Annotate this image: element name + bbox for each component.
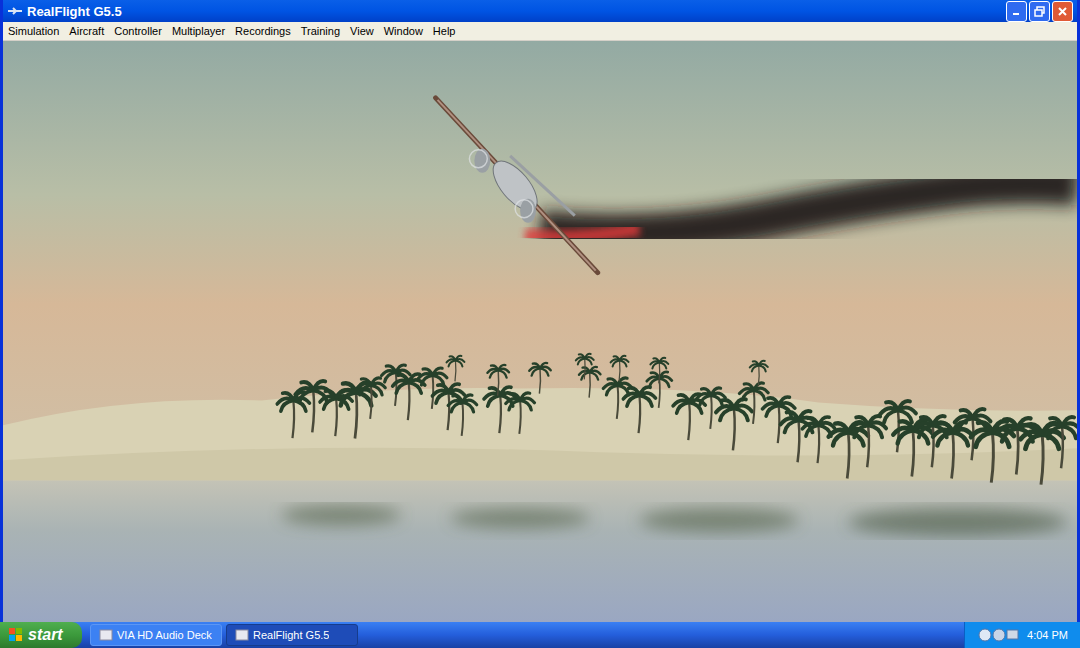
close-icon (1057, 6, 1068, 17)
restore-button[interactable] (1029, 1, 1050, 22)
menu-item[interactable]: Recordings (230, 22, 296, 40)
clock[interactable]: 4:04 PM (1027, 627, 1068, 644)
task-icon (99, 629, 113, 641)
palm-tree (448, 395, 477, 436)
airplane (436, 98, 598, 273)
palm-tree (750, 361, 768, 387)
palm-tree (579, 367, 600, 398)
menu-item[interactable]: Multiplayer (167, 22, 230, 40)
palm-tree (716, 399, 752, 450)
close-button[interactable] (1052, 1, 1073, 22)
palm-tree (336, 382, 375, 438)
palm-tree (393, 374, 425, 420)
menu-bar: SimulationAircraftControllerMultiplayerR… (3, 22, 1077, 41)
taskbar: start VIA HD Audio DeckRealFlight G5.5 4:0… (0, 622, 1080, 648)
minimize-button[interactable] (1006, 1, 1027, 22)
menu-item[interactable]: View (345, 22, 379, 40)
palm-tree (829, 422, 868, 478)
menu-item[interactable]: Simulation (3, 22, 64, 40)
palm-tree (447, 356, 465, 382)
windows-logo-icon (8, 627, 24, 643)
reflection (281, 505, 1067, 536)
smoke-trail (525, 184, 1077, 237)
app-window: RealFlight G5.5 SimulationAircraftControl… (0, 0, 1080, 622)
palm-tree (506, 393, 535, 434)
palm-tree (933, 422, 972, 478)
palm-tree (381, 365, 410, 406)
palm-tree (576, 354, 594, 380)
taskbar-button[interactable]: RealFlight G5.5 (226, 624, 358, 646)
menu-item[interactable]: Controller (109, 22, 167, 40)
palm-tree (603, 378, 632, 419)
task-icon (235, 629, 249, 641)
menu-item[interactable]: Window (379, 22, 428, 40)
menu-item[interactable]: Training (296, 22, 345, 40)
minimize-icon (1012, 6, 1022, 16)
palm-tree (623, 387, 655, 433)
palm-tree (611, 356, 629, 382)
palm-tree (418, 368, 447, 409)
menu-item[interactable]: Help (428, 22, 461, 40)
palm-tree (1044, 417, 1077, 468)
sky (3, 41, 1077, 480)
window-title: RealFlight G5.5 (27, 5, 122, 18)
palm-tree (850, 416, 886, 467)
palm-tree (277, 392, 309, 438)
palm-tree (650, 358, 668, 384)
start-button[interactable]: start (0, 622, 82, 648)
title-bar[interactable]: RealFlight G5.5 (3, 0, 1077, 22)
app-icon (7, 6, 23, 16)
island (3, 388, 1077, 480)
water (3, 470, 1077, 622)
game-viewport[interactable] (3, 41, 1077, 622)
desktop: RealFlight G5.5 SimulationAircraftControl… (0, 0, 1080, 648)
palm-tree (487, 365, 508, 396)
palm-tree (802, 417, 834, 463)
palm-tree (357, 378, 386, 419)
system-tray: 4:04 PM (964, 622, 1080, 648)
taskbar-button[interactable]: VIA HD Audio Deck (90, 624, 222, 646)
restore-icon (1034, 6, 1045, 17)
menu-item[interactable]: Aircraft (64, 22, 109, 40)
palm-tree (529, 363, 550, 394)
tray-icons[interactable] (977, 627, 1019, 643)
palm-tree (739, 383, 768, 424)
palm-tree (1021, 423, 1064, 484)
